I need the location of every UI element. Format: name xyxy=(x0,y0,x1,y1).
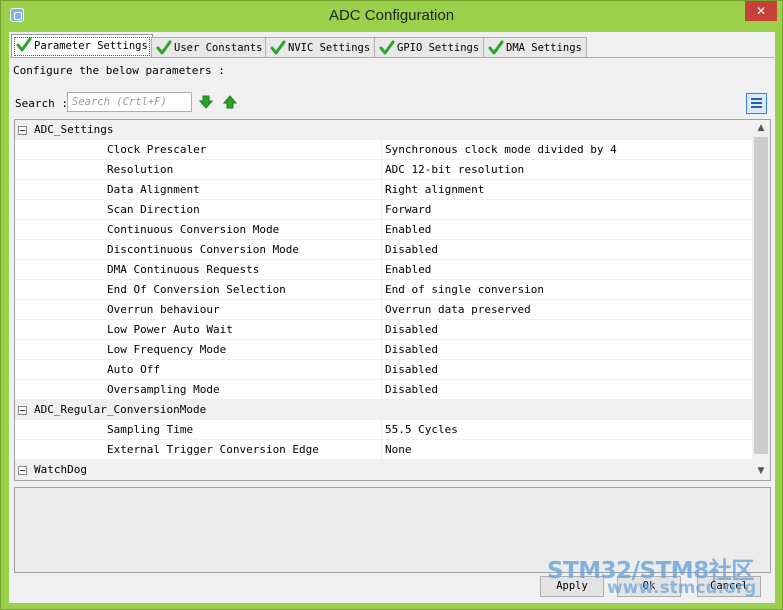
dialog-client: Parameter Settings User Constants NVIC S… xyxy=(9,32,775,603)
tab-label: DMA Settings xyxy=(506,42,582,54)
group-name: ADC_Regular_ConversionMode xyxy=(34,403,207,416)
table-row[interactable]: Auto Off Disabled xyxy=(15,360,752,380)
check-icon xyxy=(156,40,172,55)
param-name: End Of Conversion Selection xyxy=(107,283,286,296)
search-label: Search : xyxy=(15,97,68,110)
param-name: Sampling Time xyxy=(107,423,194,436)
param-value[interactable]: Forward xyxy=(381,200,752,220)
group-row-adc-regular-conversion-mode[interactable]: ADC_Regular_ConversionMode xyxy=(15,400,752,420)
table-row[interactable]: End Of Conversion Selection End of single… xyxy=(15,280,752,300)
param-value[interactable]: Disabled xyxy=(381,380,752,400)
check-icon xyxy=(379,40,395,55)
param-name: Clock Prescaler xyxy=(107,143,207,156)
instruction-text: Configure the below parameters : xyxy=(13,64,225,77)
parameter-grid: ADC_Settings Clock Prescaler Synchronous … xyxy=(14,119,771,481)
title-bar[interactable]: ADC Configuration ✕ xyxy=(1,1,782,31)
table-row[interactable]: Clock Prescaler Synchronous clock mode di… xyxy=(15,140,752,160)
list-view-button[interactable] xyxy=(746,93,767,114)
group-name: ADC_Settings xyxy=(34,123,114,136)
param-name: Discontinuous Conversion Mode xyxy=(107,243,300,256)
tab-label: GPIO Settings xyxy=(397,42,480,54)
table-row[interactable]: Sampling Time 55.5 Cycles xyxy=(15,420,752,440)
tab-dma-settings[interactable]: DMA Settings xyxy=(483,37,587,58)
param-name: Overrun behaviour xyxy=(107,303,220,316)
arrow-up-icon[interactable] xyxy=(223,95,237,109)
check-icon xyxy=(16,37,32,52)
search-input[interactable] xyxy=(67,92,192,112)
param-name: Auto Off xyxy=(107,363,160,376)
param-name: Scan Direction xyxy=(107,203,200,216)
scroll-up-arrow-icon[interactable]: ▲ xyxy=(752,120,770,137)
close-button[interactable]: ✕ xyxy=(745,1,777,21)
group-row-watchdog[interactable]: WatchDog xyxy=(15,460,752,480)
vertical-scrollbar[interactable]: ▲ ▼ xyxy=(752,120,770,480)
param-name: Low Power Auto Wait xyxy=(107,323,233,336)
adc-configuration-window: ADC Configuration ✕ Parameter Settings U… xyxy=(0,0,783,610)
parameter-settings-panel: Configure the below parameters : Search … xyxy=(10,57,774,580)
param-name: Low Frequency Mode xyxy=(107,343,227,356)
tab-label: NVIC Settings xyxy=(288,42,371,54)
table-row[interactable]: Overrun behaviour Overrun data preserved xyxy=(15,300,752,320)
tab-gpio-settings[interactable]: GPIO Settings xyxy=(374,37,485,58)
param-value[interactable]: Disabled xyxy=(381,240,752,260)
param-value[interactable]: ADC 12-bit resolution xyxy=(381,160,752,180)
table-row[interactable]: Discontinuous Conversion Mode Disabled xyxy=(15,240,752,260)
param-value[interactable]: Enabled xyxy=(381,260,752,280)
param-value[interactable]: End of single conversion xyxy=(381,280,752,300)
param-name: Data Alignment xyxy=(107,183,200,196)
table-row[interactable]: Oversampling Mode Disabled xyxy=(15,380,752,400)
param-value[interactable]: Disabled xyxy=(381,360,752,380)
group-row-adc-settings[interactable]: ADC_Settings xyxy=(15,120,752,140)
tab-nvic-settings[interactable]: NVIC Settings xyxy=(265,37,376,58)
tab-parameter-settings[interactable]: Parameter Settings xyxy=(11,34,153,58)
param-value[interactable]: None xyxy=(381,440,752,460)
param-name: External Trigger Conversion Edge xyxy=(107,443,319,456)
param-name: Oversampling Mode xyxy=(107,383,220,396)
param-name: Resolution xyxy=(107,163,174,176)
param-name: DMA Continuous Requests xyxy=(107,263,260,276)
param-value[interactable]: Right alignment xyxy=(381,180,752,200)
collapse-icon[interactable] xyxy=(18,466,27,475)
check-icon xyxy=(270,40,286,55)
scroll-thumb[interactable] xyxy=(754,137,768,454)
list-view-icon xyxy=(751,98,762,100)
table-row[interactable]: Resolution ADC 12-bit resolution xyxy=(15,160,752,180)
check-icon xyxy=(488,40,504,55)
param-value[interactable]: Disabled xyxy=(381,340,752,360)
param-value[interactable]: Synchronous clock mode divided by 4 xyxy=(381,140,752,160)
table-row[interactable]: Continuous Conversion Mode Enabled xyxy=(15,220,752,240)
table-row[interactable]: External Trigger Conversion Edge None xyxy=(15,440,752,460)
param-value[interactable]: Disabled xyxy=(381,320,752,340)
table-row[interactable]: Scan Direction Forward xyxy=(15,200,752,220)
param-name: Continuous Conversion Mode xyxy=(107,223,280,236)
param-value[interactable]: Overrun data preserved xyxy=(381,300,752,320)
param-value[interactable]: Enabled xyxy=(381,220,752,240)
group-name: WatchDog xyxy=(34,463,87,476)
table-row[interactable]: Low Power Auto Wait Disabled xyxy=(15,320,752,340)
collapse-icon[interactable] xyxy=(18,406,27,415)
watermark-url: www.stmcu.org xyxy=(607,578,757,598)
arrow-down-icon[interactable] xyxy=(199,95,213,109)
table-row[interactable]: Data Alignment Right alignment xyxy=(15,180,752,200)
tab-label: Parameter Settings xyxy=(34,40,148,52)
scroll-down-arrow-icon[interactable]: ▼ xyxy=(752,463,770,480)
param-value[interactable]: 55.5 Cycles xyxy=(381,420,752,440)
collapse-icon[interactable] xyxy=(18,126,27,135)
table-row[interactable]: Low Frequency Mode Disabled xyxy=(15,340,752,360)
tab-user-constants[interactable]: User Constants xyxy=(151,37,268,58)
window-title: ADC Configuration xyxy=(328,7,455,24)
table-row[interactable]: DMA Continuous Requests Enabled xyxy=(15,260,752,280)
tab-label: User Constants xyxy=(174,42,263,54)
